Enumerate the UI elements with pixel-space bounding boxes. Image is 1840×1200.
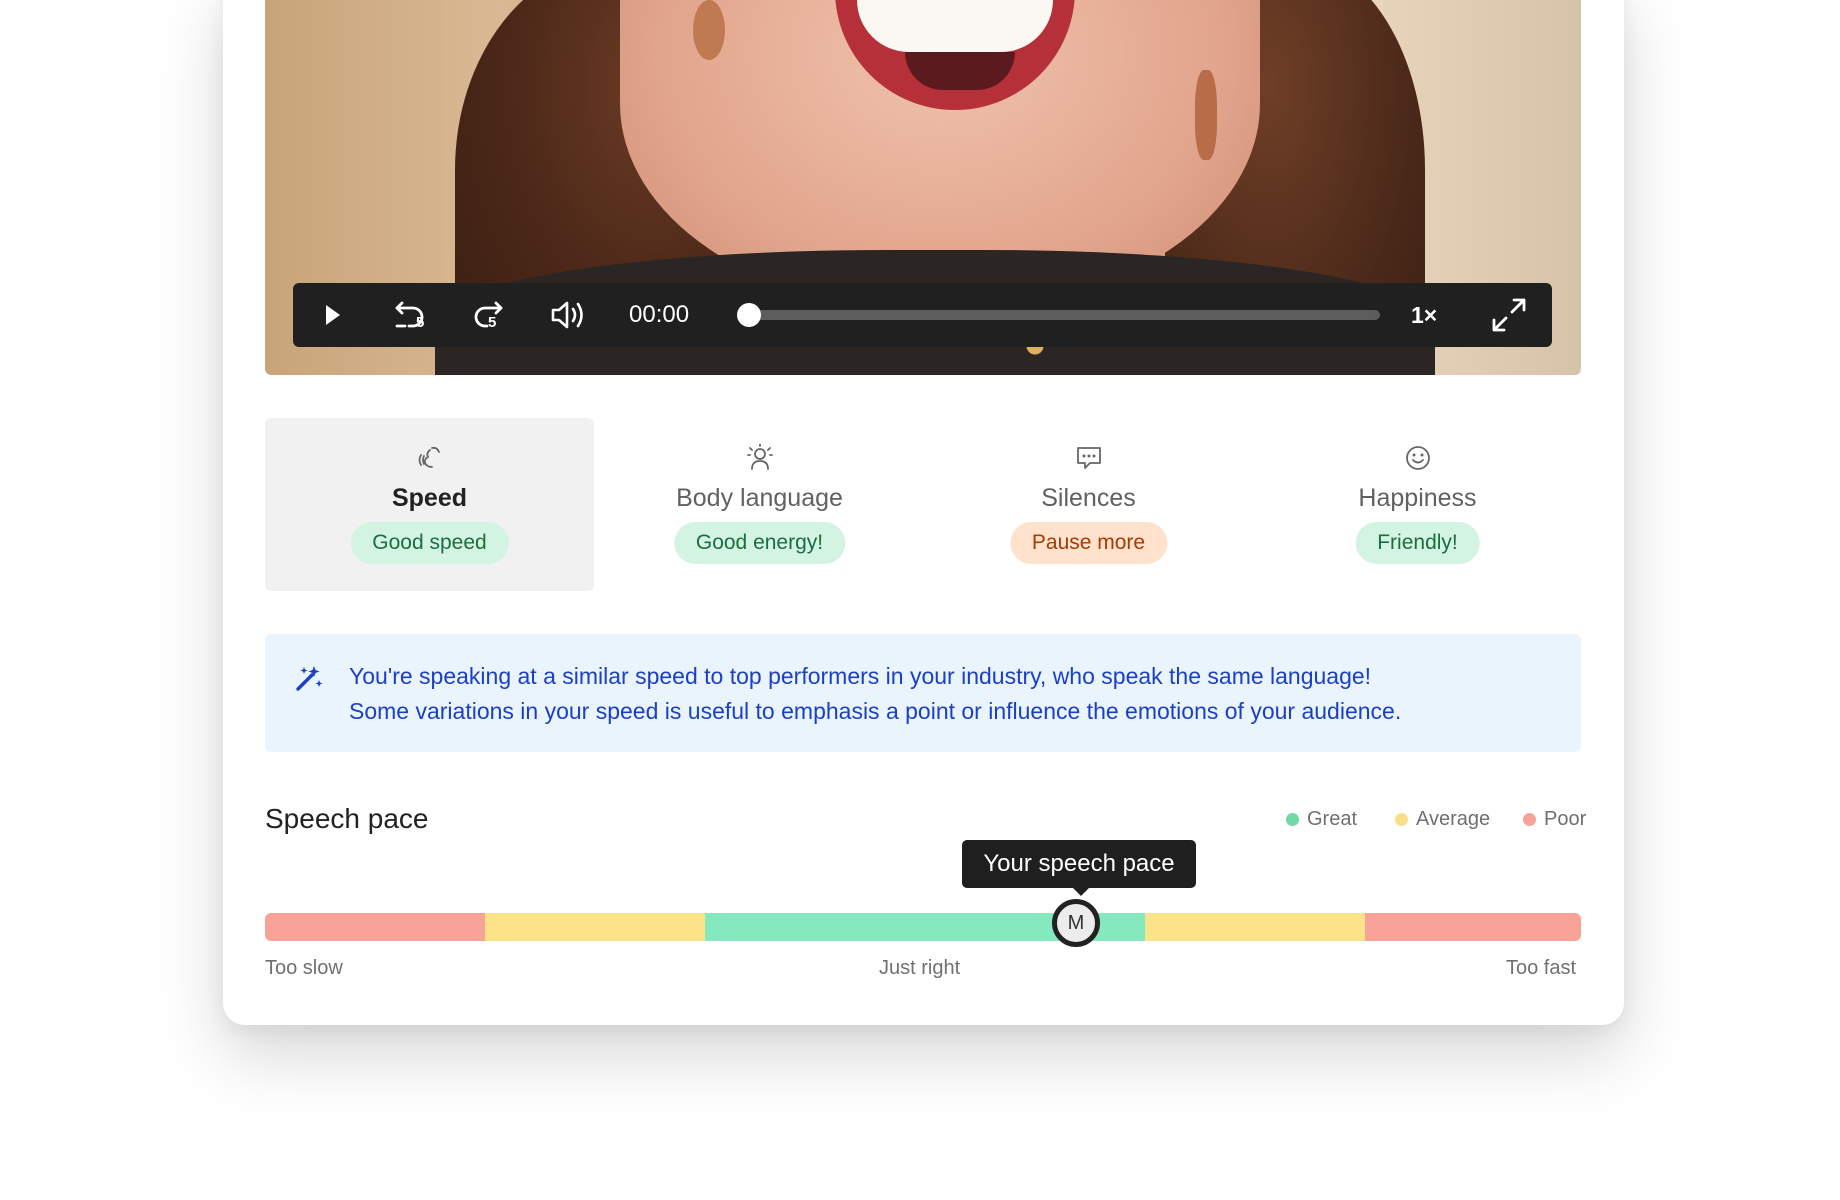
scale-label-too-slow: Too slow	[265, 957, 343, 979]
speech-pace-title: Speech pace	[265, 803, 429, 834]
video-controls: 5 5 00:00 1×	[293, 283, 1552, 347]
speech-waves-icon	[418, 446, 440, 468]
legend-dot-great	[1286, 812, 1299, 826]
pace-segment-slow	[485, 913, 705, 941]
pace-segment-fast	[1145, 913, 1365, 941]
forward-5-button[interactable]: 5	[469, 283, 505, 347]
tab-label: Body language	[676, 484, 843, 512]
tab-speed[interactable]: Speed Good speed	[265, 418, 594, 591]
rewind-5-button[interactable]: 5	[393, 283, 429, 347]
legend-item-average: Average	[1395, 807, 1490, 831]
tooltip-arrow	[1072, 887, 1090, 896]
legend-label: Poor	[1544, 807, 1587, 830]
seek-handle[interactable]	[737, 303, 761, 327]
scale-label-too-fast: Too fast	[1506, 957, 1577, 979]
forward-seconds: 5	[488, 314, 497, 331]
legend-dot-average	[1395, 812, 1408, 826]
rewind-seconds: 5	[416, 314, 425, 331]
volume-button[interactable]	[549, 283, 589, 347]
forward-icon	[474, 301, 503, 328]
tab-body-language[interactable]: Body language Good energy!	[595, 418, 924, 591]
volume-icon	[551, 301, 583, 329]
video-frame-earring-left	[693, 0, 725, 60]
status-badge: Good speed	[350, 522, 509, 564]
insight-box: You're speaking at a similar speed to to…	[265, 634, 1581, 752]
fullscreen-icon	[1492, 298, 1526, 332]
speech-pace-tooltip: Your speech pace	[962, 840, 1196, 888]
tab-happiness[interactable]: Happiness Friendly!	[1253, 418, 1582, 591]
insight-text: You're speaking at a similar speed to to…	[349, 659, 1551, 729]
play-icon	[326, 305, 340, 325]
tab-label: Silences	[1041, 484, 1136, 512]
chat-bubble-icon	[1076, 447, 1101, 469]
fullscreen-button[interactable]	[1490, 283, 1528, 347]
legend-item-great: Great	[1286, 807, 1357, 831]
smiley-icon	[1405, 446, 1430, 470]
playback-rate-button[interactable]: 1×	[1411, 283, 1437, 347]
video-frame-teeth	[857, 0, 1053, 52]
insight-line-1: You're speaking at a similar speed to to…	[349, 663, 1372, 689]
speech-pace-marker[interactable]: M	[1052, 899, 1100, 947]
video-frame-earring-right	[1195, 70, 1217, 160]
insight-line-2: Some variations in your speed is useful …	[349, 698, 1402, 724]
scale-label-just-right: Just right	[879, 957, 961, 979]
pace-segment-too-fast	[1365, 913, 1581, 941]
status-badge: Friendly!	[1355, 522, 1480, 564]
legend-item-poor: Poor	[1523, 807, 1586, 831]
pace-segment-too-slow	[265, 913, 485, 941]
legend-label: Average	[1416, 807, 1491, 830]
current-time: 00:00	[629, 301, 690, 328]
legend-dot-poor	[1523, 812, 1536, 826]
tab-silences[interactable]: Silences Pause more	[924, 418, 1253, 591]
legend-label: Great	[1307, 807, 1358, 830]
tab-label: Speed	[391, 484, 468, 512]
seek-bar[interactable]	[746, 310, 1380, 320]
status-badge: Pause more	[1009, 522, 1168, 564]
magic-wand-icon	[296, 666, 323, 691]
play-button[interactable]	[321, 283, 345, 347]
person-radiating-icon	[746, 444, 773, 470]
tab-label: Happiness	[1358, 484, 1477, 512]
status-badge: Good energy!	[673, 522, 846, 564]
